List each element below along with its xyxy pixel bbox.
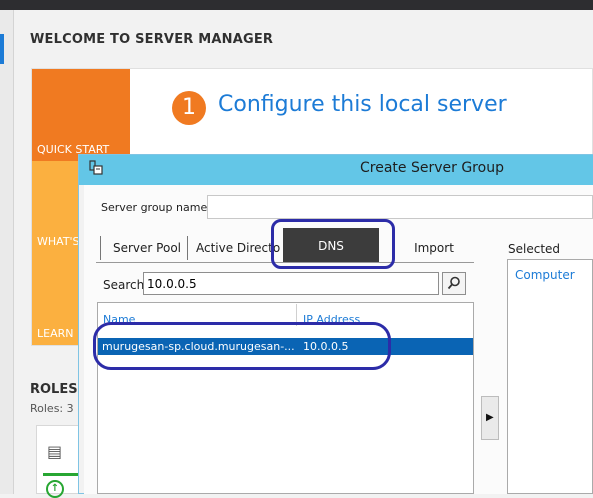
tab-server-pool[interactable]: Server Pool [100,236,186,260]
selected-list[interactable] [507,259,593,494]
welcome-title: WELCOME TO SERVER MANAGER [30,32,274,47]
roles-status-bar [43,473,81,476]
search-input[interactable] [143,272,439,295]
nav-strip[interactable] [0,10,14,494]
server-group-name-label: Server group name [101,201,208,214]
annotation-ring-dns-tab [271,219,395,269]
selected-column-computer[interactable]: Computer [515,268,575,282]
annotation-ring-result-row [93,322,391,370]
tab-active-directory[interactable]: Active Directory [187,236,281,260]
magnifier-icon [447,276,460,290]
dialog-title: Create Server Group [360,160,504,176]
right-arrow-icon: ▶ [486,412,494,423]
up-arrow-circle-icon: ↑ [46,480,64,498]
search-label: Search: [103,278,149,292]
nav-selection-indicator [0,34,4,64]
add-to-selected-button[interactable]: ▶ [481,396,499,440]
dialog-titlebar[interactable] [79,155,593,185]
server-group-name-input[interactable] [207,195,593,219]
search-button[interactable] [442,272,466,295]
server-group-icon [88,160,104,176]
step-number-badge: 1 [172,91,206,125]
roles-count: Roles: 3 [30,402,74,415]
tile-quick-start[interactable]: QUICK START [32,69,130,161]
top-bar [0,0,593,10]
server-roles-icon: ▤ [47,442,63,461]
configure-local-server-link[interactable]: Configure this local server [218,92,507,117]
tile-whats-new-label: WHAT'S [37,235,80,248]
tile-learn-more-label: LEARN [37,327,74,340]
selected-label: Selected [508,242,561,256]
tab-import[interactable]: Import [394,236,474,260]
